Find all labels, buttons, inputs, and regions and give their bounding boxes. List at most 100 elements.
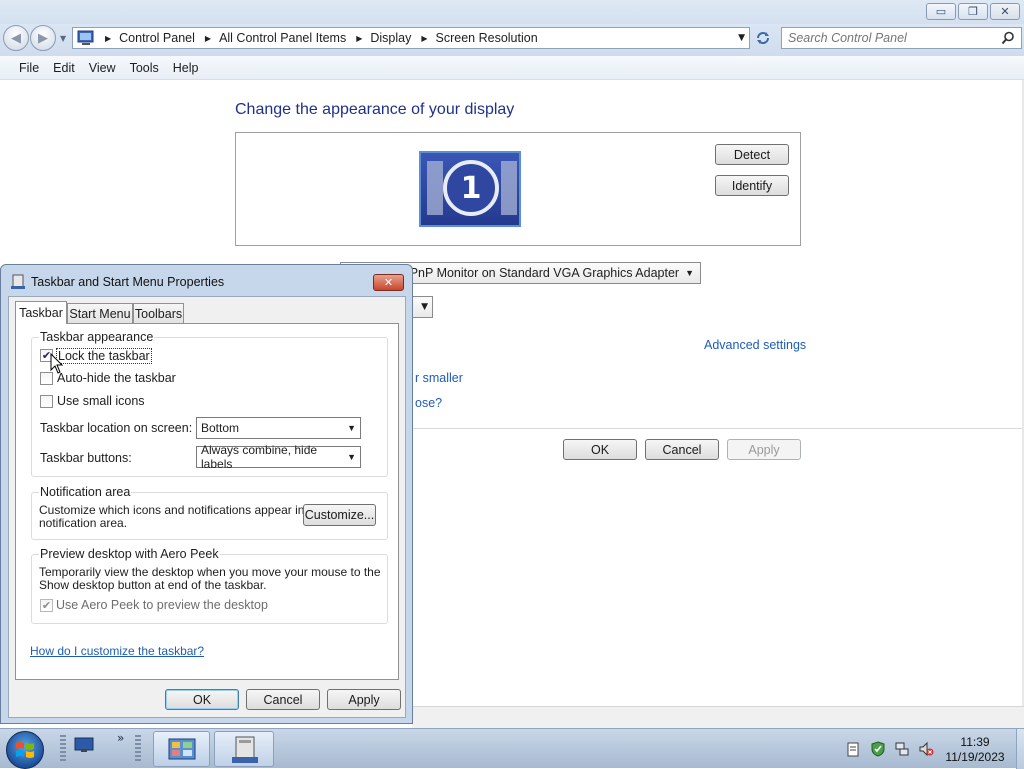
quicklaunch-overflow-icon[interactable]: » — [117, 731, 124, 745]
close-window-button[interactable]: ✕ — [990, 3, 1020, 20]
dialog-title: Taskbar and Start Menu Properties — [31, 275, 225, 289]
taskbar-control-panel-button[interactable] — [153, 731, 210, 767]
monitor-1-thumbnail[interactable]: 1 — [419, 151, 521, 227]
window-titlebar: ▭ ❐ ✕ — [0, 0, 1024, 24]
forward-button[interactable]: ▶ — [30, 25, 56, 51]
detect-button[interactable]: Detect — [715, 144, 789, 165]
address-bar[interactable]: ▶ Control Panel ▶ All Control Panel Item… — [72, 27, 750, 49]
control-panel-icon — [168, 738, 196, 760]
customize-button[interactable]: Customize... — [303, 504, 376, 526]
chevron-down-icon: ▼ — [347, 452, 356, 462]
breadcrumb-screen-resolution[interactable]: Screen Resolution — [436, 31, 538, 45]
menu-tools[interactable]: Tools — [123, 61, 166, 75]
lock-taskbar-label[interactable]: Lock the taskbar — [56, 348, 152, 364]
start-button[interactable] — [6, 731, 44, 769]
menu-bar: File Edit View Tools Help — [0, 56, 1024, 80]
chevron-down-icon: ▼ — [421, 302, 428, 312]
taskbar-location-value: Bottom — [201, 421, 240, 435]
group-title: Preview desktop with Aero Peek — [39, 547, 220, 561]
customize-taskbar-help-link[interactable]: How do I customize the taskbar? — [30, 644, 204, 658]
dialog-body: Taskbar Start Menu Toolbars Taskbar appe… — [8, 296, 406, 718]
breadcrumb-control-panel[interactable]: Control Panel — [119, 31, 195, 45]
display-settings-help-link[interactable]: ose? — [415, 396, 442, 410]
back-button[interactable]: ◀ — [3, 25, 29, 51]
refresh-icon — [757, 32, 769, 44]
chevron-down-icon: ▼ — [347, 423, 356, 433]
group-title: Notification area — [39, 485, 132, 499]
breadcrumb-separator-icon: ▶ — [421, 33, 428, 43]
clock[interactable]: 11:39 11/19/2023 — [940, 735, 1010, 765]
menu-file[interactable]: File — [12, 61, 46, 75]
refresh-button[interactable] — [752, 27, 774, 49]
breadcrumb-all-items[interactable]: All Control Panel Items — [219, 31, 346, 45]
small-icons-label[interactable]: Use small icons — [57, 394, 145, 408]
taskbar-location-dropdown[interactable]: Bottom ▼ — [196, 417, 361, 439]
taskbar-properties-button[interactable] — [214, 731, 274, 767]
checkmark-icon: ✔ — [41, 599, 52, 612]
status-bar — [412, 706, 1024, 728]
search-box[interactable] — [781, 27, 1022, 49]
action-center-flag-icon[interactable] — [846, 741, 862, 757]
breadcrumb-separator-icon: ▶ — [204, 33, 212, 43]
close-icon: ✕ — [1000, 5, 1010, 18]
dialog-ok-button[interactable]: OK — [165, 689, 239, 710]
show-desktop-quicklaunch-icon[interactable] — [74, 737, 94, 753]
taskbar-buttons-value: Always combine, hide labels — [201, 443, 318, 471]
control-panel-icon — [77, 30, 94, 45]
security-shield-icon[interactable] — [870, 741, 886, 757]
ok-button[interactable]: OK — [563, 439, 637, 460]
dialog-apply-button[interactable]: Apply — [327, 689, 401, 710]
minimize-icon: ▭ — [935, 5, 947, 18]
tab-toolbars[interactable]: Toolbars — [133, 303, 184, 323]
address-dropdown-icon[interactable]: ▼ — [738, 33, 745, 43]
aero-peek-label: Use Aero Peek to preview the desktop — [56, 598, 268, 612]
tab-taskbar[interactable]: Taskbar — [15, 301, 67, 324]
search-input[interactable] — [788, 31, 988, 45]
taskbar-properties-icon — [11, 274, 25, 289]
text-size-link[interactable]: r smaller — [415, 371, 463, 385]
volume-muted-icon[interactable] — [918, 741, 934, 757]
taskbar-location-label: Taskbar location on screen: — [40, 421, 193, 435]
page-title: Change the appearance of your display — [235, 101, 515, 118]
small-icons-checkbox[interactable] — [40, 395, 53, 408]
dialog-cancel-button[interactable]: Cancel — [246, 689, 320, 710]
description-line: Show desktop button at end of the taskba… — [39, 578, 267, 592]
network-icon[interactable] — [894, 741, 910, 757]
window-preview-shape — [427, 161, 443, 215]
cancel-button[interactable]: Cancel — [645, 439, 719, 460]
search-icon[interactable] — [1001, 31, 1015, 45]
forward-arrow-icon: ▶ — [38, 30, 48, 46]
close-icon: ✕ — [383, 276, 394, 289]
taskbar-buttons-dropdown[interactable]: Always combine, hide labels ▼ — [196, 443, 361, 471]
apply-button[interactable]: Apply — [727, 439, 801, 460]
menu-view[interactable]: View — [82, 61, 123, 75]
back-arrow-icon: ◀ — [11, 30, 21, 46]
dialog-close-button[interactable]: ✕ — [373, 274, 404, 291]
display-dropdown-value: n-PnP Monitor on Standard VGA Graphics A… — [398, 266, 680, 280]
auto-hide-label[interactable]: Auto-hide the taskbar — [57, 371, 176, 385]
menu-help[interactable]: Help — [166, 61, 206, 75]
tab-start-menu[interactable]: Start Menu — [67, 303, 133, 323]
breadcrumb-display[interactable]: Display — [370, 31, 411, 45]
breadcrumb-separator-icon: ▶ — [356, 33, 363, 43]
toolbar-grip[interactable] — [60, 735, 66, 763]
toolbar-grip[interactable] — [135, 735, 141, 763]
navigation-bar: ◀ ▶ ▼ ▶ Control Panel ▶ All Control Pane… — [0, 24, 1024, 56]
taskbar: » 11:39 11/19/2023 — [0, 728, 1024, 769]
menu-edit[interactable]: Edit — [46, 61, 82, 75]
chevron-down-icon: ▼ — [685, 268, 694, 278]
auto-hide-checkbox[interactable] — [40, 372, 53, 385]
restore-button[interactable]: ❐ — [958, 3, 988, 20]
advanced-settings-link[interactable]: Advanced settings — [704, 338, 806, 352]
breadcrumb-separator-icon: ▶ — [105, 33, 112, 43]
monitor-number-badge: 1 — [443, 160, 499, 216]
minimize-button[interactable]: ▭ — [926, 3, 956, 20]
tab-panel-taskbar: Taskbar appearance ✔ Lock the taskbar Au… — [15, 323, 399, 680]
aero-peek-checkbox: ✔ — [40, 599, 53, 612]
show-desktop-button[interactable] — [1016, 729, 1024, 769]
clock-date: 11/19/2023 — [945, 750, 1005, 764]
taskbar-properties-icon — [232, 736, 258, 763]
identify-button[interactable]: Identify — [715, 175, 789, 196]
restore-icon: ❐ — [968, 5, 978, 18]
recent-pages-chevron-icon[interactable]: ▼ — [60, 34, 66, 43]
